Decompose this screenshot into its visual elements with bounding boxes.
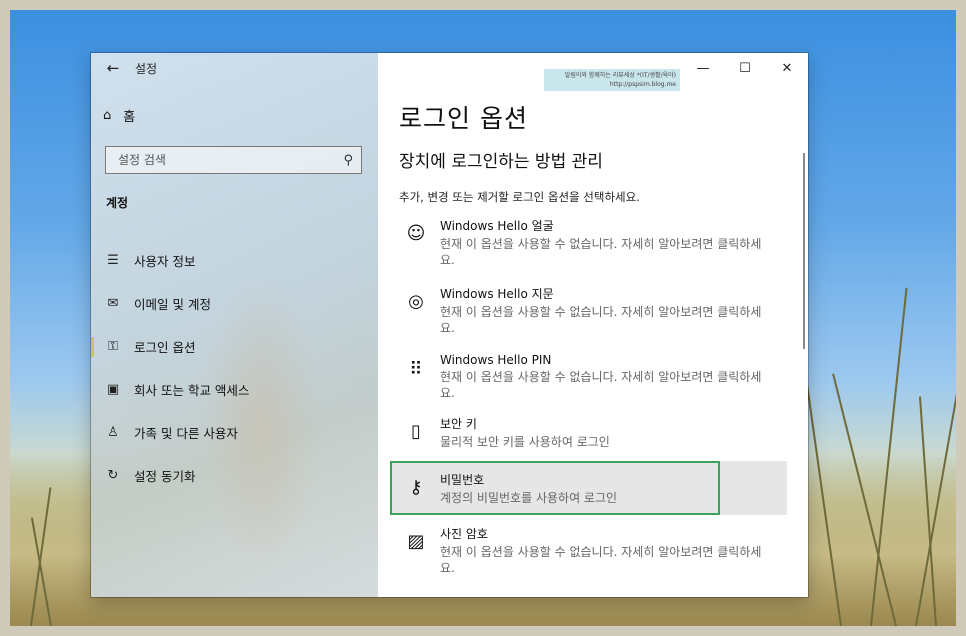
window-controls: — ☐ ✕ <box>682 53 808 83</box>
sidebar-item-label: 이메일 및 계정 <box>134 297 211 312</box>
option-name: Windows Hello 지문 <box>440 287 554 301</box>
option-name: 비밀번호 <box>440 473 485 487</box>
option-hello-face[interactable]: ☺ Windows Hello 얼굴 현재 이 옵션을 사용할 수 없습니다. … <box>390 213 787 281</box>
user-info-icon: ☰ <box>107 253 119 268</box>
search-box[interactable]: ⚲ <box>105 146 362 174</box>
page-description: 추가, 변경 또는 제거할 로그인 옵션을 선택하세요. <box>399 190 640 204</box>
content-pane: — ☐ ✕ 알림이와 함께하는 리뷰세상 *(IT/생활/육아) http://… <box>378 53 808 597</box>
mail-icon: ✉ <box>107 296 119 311</box>
pin-keypad-icon: ⠿ <box>409 359 423 380</box>
sidebar-item-label: 사용자 정보 <box>134 254 196 269</box>
section-label: 계정 <box>106 196 129 210</box>
option-desc: 현재 이 옵션을 사용할 수 없습니다. 자세히 알아보려면 클릭하세요. <box>440 237 762 267</box>
key-icon: ⚿ <box>108 339 118 354</box>
sidebar-item-sync-settings[interactable]: ↻ 설정 동기화 <box>91 454 378 497</box>
briefcase-icon: ▣ <box>106 382 120 397</box>
option-hello-fingerprint[interactable]: ◎ Windows Hello 지문 현재 이 옵션을 사용할 수 없습니다. … <box>390 281 787 349</box>
page-subtitle: 장치에 로그인하는 방법 관리 <box>399 152 603 172</box>
minimize-button[interactable]: — <box>682 53 724 83</box>
search-icon[interactable]: ⚲ <box>343 153 353 168</box>
sidebar-item-label: 회사 또는 학교 액세스 <box>134 383 250 398</box>
settings-window: ← 설정 ⌂ 홈 ⚲ 계정 ☰ 사용자 정보 ✉ 이메일 및 계정 ⚿ 로그인 … <box>91 53 808 597</box>
option-desc: 계정의 비밀번호를 사용하여 로그인 <box>440 491 618 505</box>
option-name: Windows Hello 얼굴 <box>440 219 554 233</box>
face-icon: ☺ <box>406 223 426 244</box>
fingerprint-icon: ◎ <box>408 291 424 312</box>
sidebar: ← 설정 ⌂ 홈 ⚲ 계정 ☰ 사용자 정보 ✉ 이메일 및 계정 ⚿ 로그인 … <box>91 53 378 597</box>
sidebar-item-user-info[interactable]: ☰ 사용자 정보 <box>91 239 378 282</box>
option-picture-password[interactable]: ▨ 사진 암호 현재 이 옵션을 사용할 수 없습니다. 자세히 알아보려면 클… <box>390 515 787 577</box>
option-desc: 물리적 보안 키를 사용하여 로그인 <box>440 435 610 449</box>
sidebar-item-sign-in-options[interactable]: ⚿ 로그인 옵션 <box>91 325 378 368</box>
sidebar-item-label: 가족 및 다른 사용자 <box>134 426 238 441</box>
picture-icon: ▨ <box>407 531 425 552</box>
sidebar-item-email-accounts[interactable]: ✉ 이메일 및 계정 <box>91 282 378 325</box>
sidebar-item-family-users[interactable]: ♙ 가족 및 다른 사용자 <box>91 411 378 454</box>
option-desc: 현재 이 옵션을 사용할 수 없습니다. 자세히 알아보려면 클릭하세요. <box>440 305 762 335</box>
sidebar-item-label: 로그인 옵션 <box>134 340 196 355</box>
home-label: 홈 <box>123 110 136 125</box>
sidebar-nav: ☰ 사용자 정보 ✉ 이메일 및 계정 ⚿ 로그인 옵션 ▣ 회사 또는 학교 … <box>91 239 378 497</box>
key-icon: ⚷ <box>409 477 423 498</box>
option-name: 사진 암호 <box>440 527 488 541</box>
add-person-icon: ♙ <box>107 425 119 440</box>
sidebar-item-label: 설정 동기화 <box>134 469 196 484</box>
window-title: 설정 <box>135 61 158 76</box>
option-password[interactable]: ⚷ 비밀번호 계정의 비밀번호를 사용하여 로그인 <box>390 461 787 515</box>
watermark-line2: http://pspsim.blog.me <box>609 81 676 88</box>
option-desc: 현재 이 옵션을 사용할 수 없습니다. 자세히 알아보려면 클릭하세요. <box>440 370 762 400</box>
titlebar-left: ← 설정 <box>91 53 378 83</box>
watermark-line1: 알림이와 함께하는 리뷰세상 *(IT/생활/육아) <box>564 72 676 79</box>
sync-icon: ↻ <box>107 468 119 483</box>
maximize-button[interactable]: ☐ <box>724 53 766 83</box>
sign-in-options-list: ☺ Windows Hello 얼굴 현재 이 옵션을 사용할 수 없습니다. … <box>390 213 787 577</box>
blog-watermark: 알림이와 함께하는 리뷰세상 *(IT/생활/육아) http://pspsim… <box>544 69 680 91</box>
option-name: Windows Hello PIN <box>440 353 552 367</box>
option-security-key[interactable]: ▯ 보안 키 물리적 보안 키를 사용하여 로그인 <box>390 411 787 461</box>
search-input[interactable] <box>116 152 320 168</box>
home-nav[interactable]: ⌂ 홈 <box>103 106 135 125</box>
option-desc: 현재 이 옵션을 사용할 수 없습니다. 자세히 알아보려면 클릭하세요. <box>440 545 762 575</box>
home-icon: ⌂ <box>103 108 112 123</box>
sidebar-item-work-school[interactable]: ▣ 회사 또는 학교 액세스 <box>91 368 378 411</box>
option-hello-pin[interactable]: ⠿ Windows Hello PIN 현재 이 옵션을 사용할 수 없습니다.… <box>390 349 787 411</box>
option-name: 보안 키 <box>440 417 477 431</box>
usb-key-icon: ▯ <box>411 421 421 442</box>
close-button[interactable]: ✕ <box>766 53 808 83</box>
page-title: 로그인 옵션 <box>399 104 528 133</box>
back-button[interactable]: ← <box>91 53 135 83</box>
scrollbar[interactable] <box>803 153 805 349</box>
